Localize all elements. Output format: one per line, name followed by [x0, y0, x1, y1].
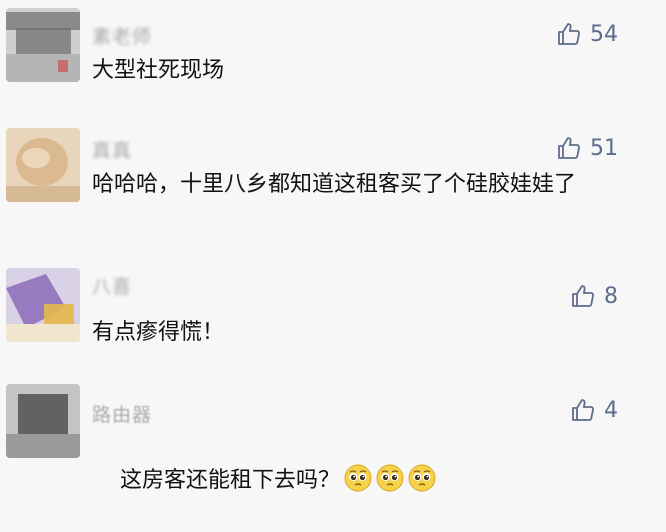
- like-count: 54: [590, 21, 618, 47]
- comment-text: 有点瘆得慌！: [92, 320, 225, 345]
- like-button[interactable]: 8: [570, 282, 618, 310]
- thumbs-up-icon: [572, 285, 594, 307]
- comment-text: 大型社死现场: [92, 58, 225, 83]
- avatar[interactable]: [6, 268, 80, 342]
- username[interactable]: 八喜: [92, 272, 132, 299]
- like-button[interactable]: 54: [556, 20, 618, 48]
- thumbs-up-icon: [572, 399, 594, 421]
- like-count: 4: [604, 397, 618, 423]
- like-button[interactable]: 51: [556, 134, 618, 162]
- emoji-row: [340, 464, 436, 493]
- like-count: 8: [604, 283, 618, 309]
- avatar[interactable]: [6, 128, 80, 202]
- username[interactable]: 路由器: [92, 400, 152, 427]
- like-count: 51: [590, 135, 618, 161]
- username[interactable]: 真真: [92, 136, 132, 163]
- thumbs-up-icon: [558, 137, 580, 159]
- pleading-face-emoji-icon: [408, 464, 436, 492]
- comment-text: 这房客还能租下去吗？: [92, 430, 632, 532]
- avatar-image: [6, 128, 80, 202]
- avatar[interactable]: [6, 8, 80, 82]
- like-button[interactable]: 4: [570, 396, 618, 424]
- pleading-face-emoji-icon: [376, 464, 404, 492]
- avatar[interactable]: [6, 384, 80, 458]
- avatar-image: [6, 384, 80, 458]
- comment-text: 哈哈哈，十里八乡都知道这租客买了个硅胶娃娃了: [92, 172, 577, 197]
- username[interactable]: 素老师: [92, 22, 152, 49]
- thumbs-up-icon: [558, 23, 580, 45]
- pleading-face-emoji-icon: [344, 464, 372, 492]
- avatar-image: [6, 268, 80, 342]
- comment-text-content: 这房客还能租下去吗？: [119, 468, 340, 493]
- avatar-image: [6, 8, 80, 82]
